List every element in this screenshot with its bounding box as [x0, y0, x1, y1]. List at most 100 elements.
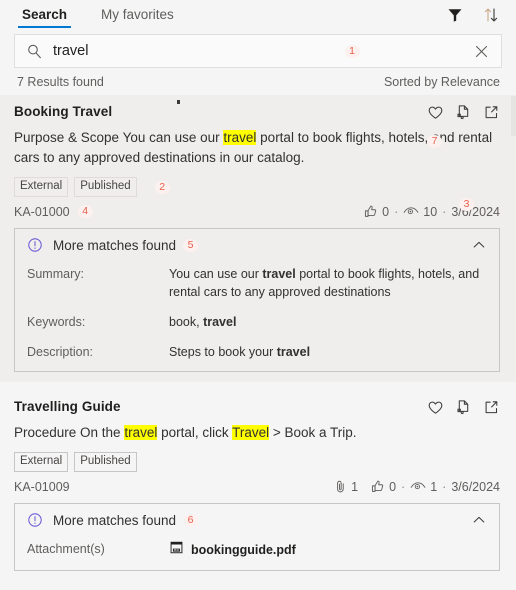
annotation-badge-3: 3	[459, 198, 474, 211]
clear-icon[interactable]	[474, 44, 489, 59]
more-matches-panel: More matches found 6 Attachment(s) PDF b…	[14, 503, 500, 571]
views-group: 10	[403, 205, 437, 219]
snippet-part: Purpose & Scope You can use our	[14, 130, 224, 145]
result-title-link[interactable]: Travelling Guide	[14, 398, 121, 416]
sort-label[interactable]: Sorted by Relevance	[384, 75, 500, 89]
info-circle-icon	[27, 237, 43, 253]
search-input[interactable]	[53, 35, 347, 67]
more-matches-header[interactable]: More matches found 6	[27, 512, 487, 528]
filter-icon[interactable]	[446, 6, 464, 24]
match-value: PDF bookingguide.pdf	[169, 540, 487, 560]
match-value: book, travel	[169, 313, 487, 331]
match-row: Keywords: book, travel	[27, 313, 487, 331]
result-snippet: Procedure On the travel portal, click Tr…	[14, 423, 500, 443]
annotation-badge-1: 1	[344, 44, 360, 58]
match-label: Keywords:	[27, 315, 86, 329]
likes-count: 0	[389, 479, 397, 494]
chevron-up-icon[interactable]	[471, 512, 487, 528]
match-text-bold: travel	[203, 315, 237, 329]
match-label: Attachment(s)	[27, 542, 105, 556]
cursor-artifact	[177, 100, 180, 104]
results-header: 7 Results found Sorted by Relevance	[0, 68, 516, 95]
search-result-item[interactable]: Booking Travel 7 Purpose & Scope You can…	[0, 95, 516, 382]
pdf-file-icon: PDF	[169, 540, 184, 560]
result-header: Travelling Guide	[14, 398, 500, 416]
attachment-group: 1	[334, 479, 358, 494]
snippet-highlight: travel	[223, 130, 257, 145]
copy-article-icon[interactable]	[455, 399, 472, 416]
tab-search-label: Search	[22, 7, 68, 22]
likes-group: 0	[363, 204, 389, 219]
attachment-count: 1	[351, 479, 359, 494]
meta-separator: ·	[394, 204, 399, 219]
thumbs-up-icon	[372, 480, 384, 492]
result-meta: 1 0 · 1 · 3/6/2024	[334, 479, 500, 494]
tag-external: External	[14, 177, 69, 197]
search-box[interactable]: 1	[14, 34, 502, 68]
snippet-highlight: Travel	[232, 425, 270, 440]
result-meta: 0 · 10 · 3/6/2024	[363, 204, 500, 219]
result-tags: External Published	[14, 452, 500, 472]
match-text: book,	[169, 315, 204, 329]
match-value: You can use our travel portal to book fl…	[169, 265, 487, 301]
match-text: Steps to book your	[169, 345, 277, 359]
match-text: You can use our	[169, 267, 263, 281]
chevron-up-icon[interactable]	[471, 237, 487, 253]
snippet-highlight: travel	[124, 425, 158, 440]
views-group: 1	[410, 480, 437, 494]
match-text-bold: travel	[262, 267, 296, 281]
more-matches-header[interactable]: More matches found 5	[27, 237, 487, 253]
annotation-badge-7: 7	[427, 135, 442, 148]
search-result-item[interactable]: Travelling Guide Procedure On the travel…	[0, 382, 516, 581]
result-article-id[interactable]: KA-01009	[14, 480, 70, 494]
more-matches-title: More matches found	[53, 512, 177, 528]
meta-separator: ·	[442, 204, 447, 219]
results-count: 7 Results found	[17, 75, 104, 89]
likes-count: 0	[382, 204, 390, 219]
more-matches-title: More matches found	[53, 237, 177, 253]
tab-my-favorites[interactable]: My favorites	[97, 7, 178, 28]
tag-external: External	[14, 452, 69, 472]
snippet-part: portal, click	[157, 425, 233, 440]
match-row: Summary: You can use our travel portal t…	[27, 265, 487, 301]
eye-icon	[410, 482, 426, 490]
more-matches-panel: More matches found 5 Summary: You can us…	[14, 228, 500, 372]
views-count: 10	[423, 204, 438, 219]
scrollbar-thumb[interactable]	[511, 96, 516, 136]
match-value: Steps to book your travel	[169, 343, 487, 361]
result-actions	[427, 103, 500, 121]
info-circle-icon	[27, 512, 43, 528]
paperclip-icon	[337, 480, 344, 493]
likes-group: 0	[370, 479, 396, 494]
svg-text:PDF: PDF	[174, 548, 180, 552]
result-id-row: KA-01009 1 0 · 1 · 3/6/2024	[14, 479, 500, 494]
annotation-badge-2: 2	[154, 180, 170, 194]
tag-published: Published	[74, 177, 137, 197]
tab-search[interactable]: Search	[18, 7, 72, 28]
result-tags: External Published 2	[14, 177, 500, 197]
snippet-part: > Book a Trip.	[269, 425, 357, 440]
tag-published: Published	[74, 452, 137, 472]
tab-bar: Search My favorites	[0, 0, 516, 28]
result-title-link[interactable]: Booking Travel	[14, 103, 112, 121]
result-snippet: Purpose & Scope You can use our travel p…	[14, 128, 500, 168]
open-in-new-window-icon[interactable]	[483, 104, 500, 121]
result-id-row: KA-01000 4 0 · 10 · 3/6/2024	[14, 204, 500, 219]
meta-separator: ·	[442, 479, 447, 494]
meta-separator: ·	[401, 479, 406, 494]
sort-icon[interactable]	[482, 6, 500, 24]
heart-icon[interactable]	[427, 104, 444, 121]
attachment-filename[interactable]: bookingguide.pdf	[191, 541, 296, 559]
toolbar-icons	[446, 6, 516, 28]
annotation-badge-6: 6	[183, 513, 199, 527]
match-text-bold: travel	[276, 345, 311, 359]
views-count: 1	[430, 479, 438, 494]
search-area: 1	[0, 28, 516, 68]
heart-icon[interactable]	[427, 399, 444, 416]
result-article-id[interactable]: KA-01000	[14, 205, 70, 219]
copy-article-icon[interactable]	[455, 104, 472, 121]
eye-icon	[403, 207, 419, 215]
open-in-new-window-icon[interactable]	[483, 399, 500, 416]
snippet-part: portal to book flights, hotels, and rent	[256, 130, 482, 145]
result-header: Booking Travel	[14, 103, 500, 121]
